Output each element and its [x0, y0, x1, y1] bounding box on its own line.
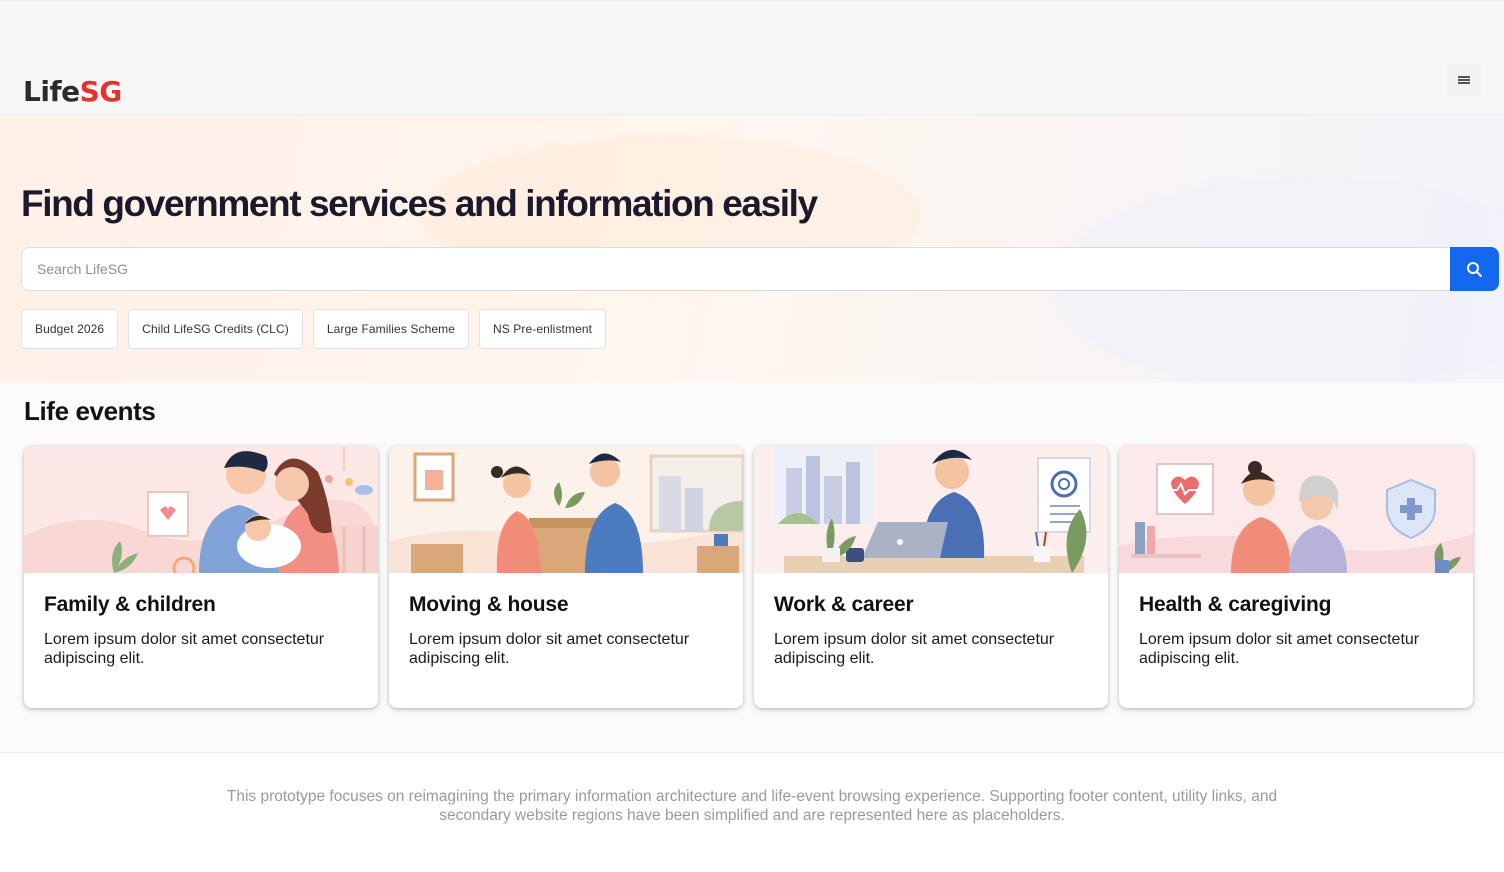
moving-illustration [389, 446, 743, 573]
quick-link-ns-pre-enlistment[interactable]: NS Pre-enlistment [478, 309, 607, 349]
top-navigation-bar: LifeSG [0, 0, 1504, 115]
search-icon [1467, 261, 1482, 277]
footer-placeholder-note: This prototype focuses on reimagining th… [226, 788, 1278, 824]
search-input[interactable] [21, 247, 1451, 291]
card-description: Lorem ipsum dolor sit amet consectetur a… [409, 631, 690, 667]
life-event-card-family[interactable]: Family & children Lorem ipsum dolor sit … [24, 446, 378, 708]
hamburger-menu-icon [1458, 76, 1470, 84]
card-title: Family & children [44, 593, 216, 616]
quick-link-child-lifesg-credits[interactable]: Child LifeSG Credits (CLC) [128, 309, 303, 349]
work-illustration [754, 446, 1108, 573]
life-event-card-health[interactable]: Health & caregiving Lorem ipsum dolor si… [1119, 446, 1473, 708]
logo-sg-text: SG [79, 75, 123, 108]
life-event-cards: Family & children Lorem ipsum dolor sit … [24, 446, 1473, 708]
quick-link-large-families-scheme[interactable]: Large Families Scheme [312, 309, 469, 349]
search-button[interactable] [1450, 247, 1499, 291]
logo-life-text: Life [23, 75, 80, 108]
quick-links: Budget 2026 Child LifeSG Credits (CLC) L… [21, 309, 607, 349]
health-illustration [1119, 446, 1473, 573]
card-description: Lorem ipsum dolor sit amet consectetur a… [774, 631, 1055, 667]
hero-title: Find government services and information… [21, 183, 818, 224]
hero-section: Find government services and information… [0, 115, 1504, 383]
menu-button[interactable] [1447, 63, 1481, 97]
family-illustration [24, 446, 378, 573]
card-title: Health & caregiving [1139, 593, 1332, 616]
life-events-section: Life events Family & children Lorem ipsu… [0, 383, 1504, 753]
quick-link-budget-2026[interactable]: Budget 2026 [21, 309, 119, 349]
card-title: Moving & house [409, 593, 569, 616]
card-description: Lorem ipsum dolor sit amet consectetur a… [44, 631, 325, 667]
lifesg-logo[interactable]: LifeSG [23, 75, 122, 108]
section-title: Life events [24, 396, 156, 426]
card-title: Work & career [774, 593, 914, 616]
life-event-card-moving[interactable]: Moving & house Lorem ipsum dolor sit ame… [389, 446, 743, 708]
life-event-card-work[interactable]: Work & career Lorem ipsum dolor sit amet… [754, 446, 1108, 708]
card-description: Lorem ipsum dolor sit amet consectetur a… [1139, 631, 1420, 667]
search-bar [21, 247, 1499, 291]
